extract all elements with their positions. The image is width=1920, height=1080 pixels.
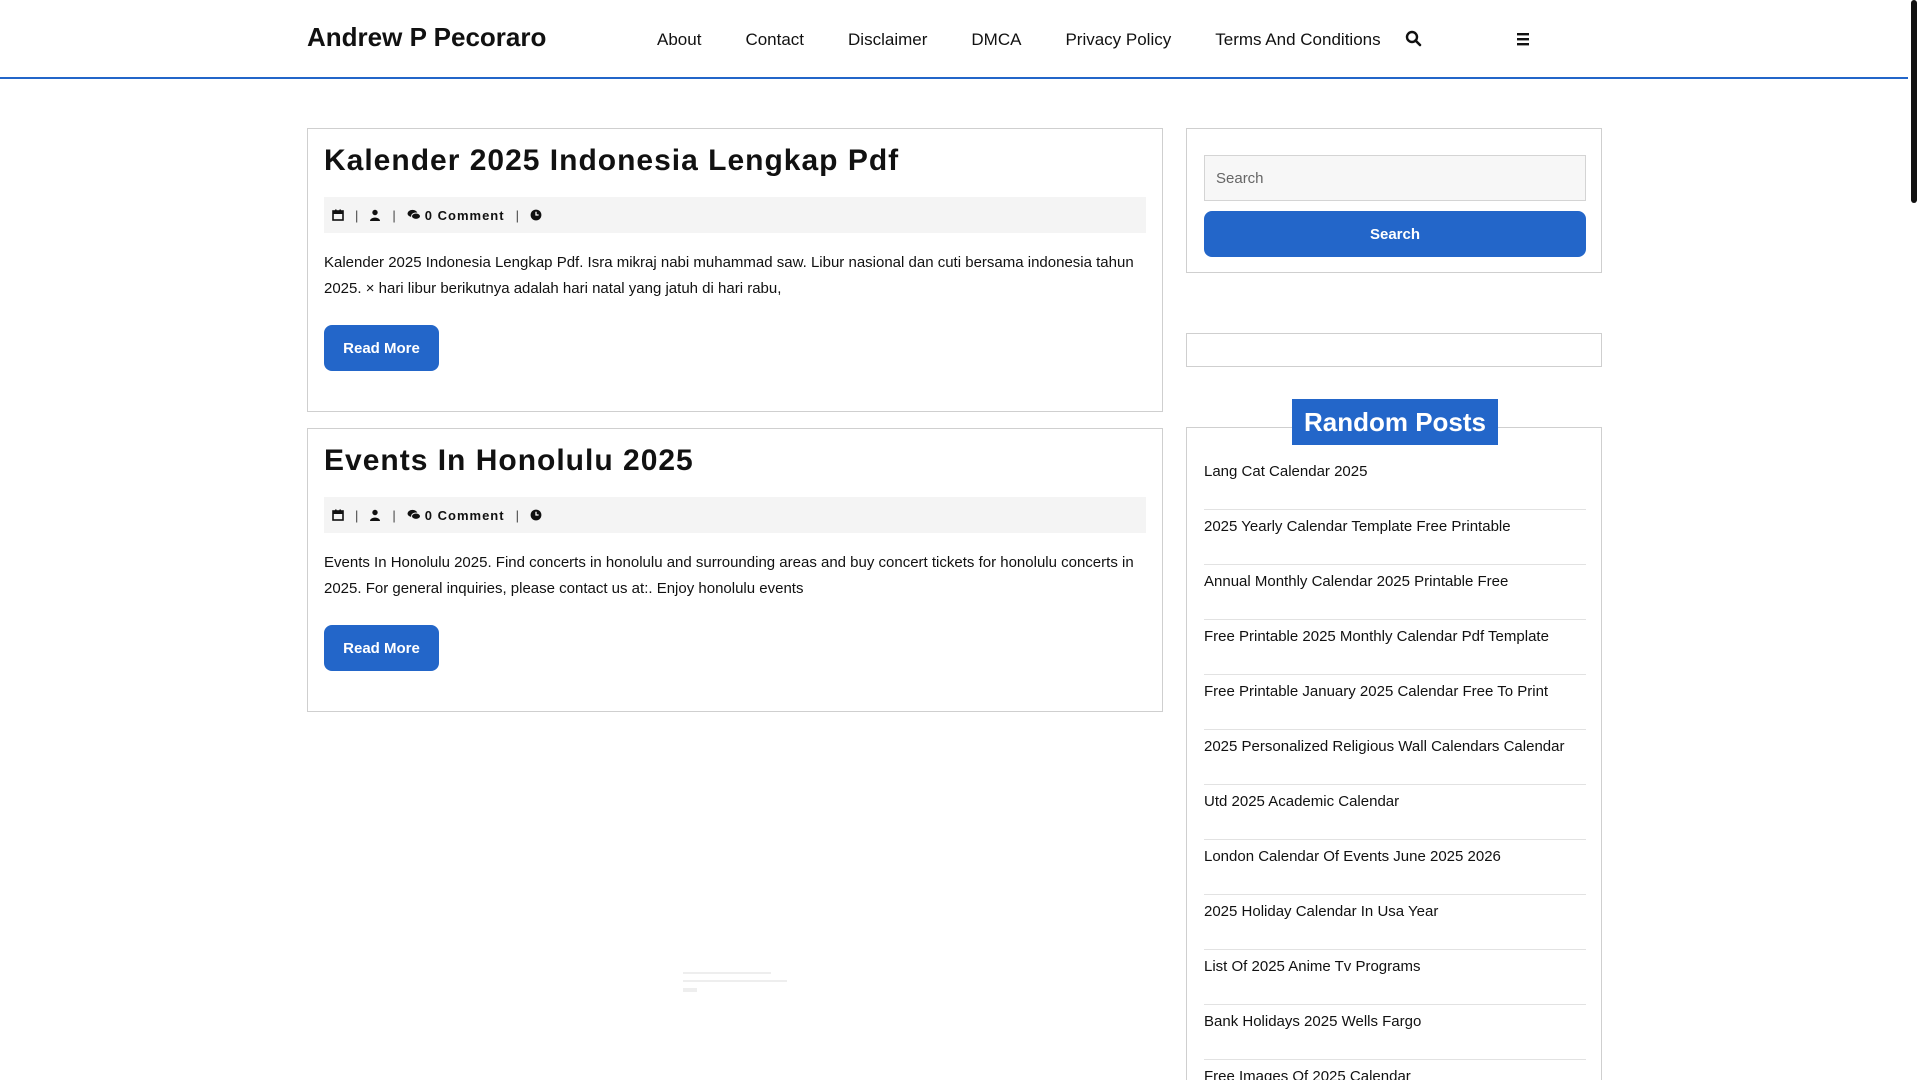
list-item: London Calendar Of Events June 2025 2026 <box>1204 840 1586 895</box>
nav-terms-and-conditions[interactable]: Terms And Conditions <box>1215 30 1380 50</box>
nav-about[interactable]: About <box>657 30 701 50</box>
list-item: 2025 Holiday Calendar In Usa Year <box>1204 895 1586 950</box>
random-post-link[interactable]: Free Printable January 2025 Calendar Fre… <box>1204 683 1548 700</box>
search-input[interactable] <box>1204 155 1586 201</box>
meta-separator: | <box>515 507 519 523</box>
list-item: Free Printable 2025 Monthly Calendar Pdf… <box>1204 620 1586 675</box>
list-item: Annual Monthly Calendar 2025 Printable F… <box>1204 565 1586 620</box>
random-post-link[interactable]: Free Images Of 2025 Calendar <box>1204 1068 1411 1080</box>
list-item: 2025 Yearly Calendar Template Free Print… <box>1204 510 1586 565</box>
site-title[interactable]: Andrew P Pecoraro <box>307 22 546 53</box>
post-meta: | | 0 Comment | <box>324 197 1146 233</box>
random-post-link[interactable]: Lang Cat Calendar 2025 <box>1204 463 1367 480</box>
meta-separator: | <box>355 507 359 523</box>
scrollbar-thumb[interactable] <box>1911 0 1917 203</box>
nav-disclaimer[interactable]: Disclaimer <box>848 30 927 50</box>
random-post-link[interactable]: London Calendar Of Events June 2025 2026 <box>1204 848 1501 865</box>
comments-icon <box>407 509 421 521</box>
list-item: List Of 2025 Anime Tv Programs <box>1204 950 1586 1005</box>
list-item: Free Images Of 2025 Calendar <box>1204 1060 1586 1080</box>
random-post-link[interactable]: 2025 Personalized Religious Wall Calenda… <box>1204 738 1564 755</box>
random-post-link[interactable]: Utd 2025 Academic Calendar <box>1204 793 1399 810</box>
search-button[interactable]: Search <box>1204 211 1586 257</box>
random-post-link[interactable]: 2025 Holiday Calendar In Usa Year <box>1204 903 1438 920</box>
post-meta: | | 0 Comment | <box>324 497 1146 533</box>
page-scrollbar[interactable] <box>1908 0 1920 1080</box>
clock-icon <box>530 509 542 521</box>
comments-icon <box>407 209 421 221</box>
clock-icon <box>530 209 542 221</box>
random-posts-list: Lang Cat Calendar 2025 2025 Yearly Calen… <box>1204 455 1586 1080</box>
list-item: Free Printable January 2025 Calendar Fre… <box>1204 675 1586 730</box>
meta-separator: | <box>355 207 359 223</box>
search-widget: Search <box>1186 128 1602 273</box>
nav-contact[interactable]: Contact <box>745 30 804 50</box>
comment-count[interactable]: 0 Comment <box>425 508 505 523</box>
random-post-link[interactable]: Annual Monthly Calendar 2025 Printable F… <box>1204 573 1508 590</box>
site-header: Andrew P Pecoraro About Contact Disclaim… <box>0 0 1908 79</box>
random-posts-title: Random Posts <box>1292 399 1498 445</box>
post-title[interactable]: Kalender 2025 Indonesia Lengkap Pdf <box>324 144 899 178</box>
menu-icon[interactable] <box>1513 29 1533 49</box>
random-posts-widget: Random Posts Lang Cat Calendar 2025 2025… <box>1186 399 1602 1080</box>
search-icon[interactable] <box>1404 29 1424 49</box>
random-post-link[interactable]: Free Printable 2025 Monthly Calendar Pdf… <box>1204 628 1549 645</box>
read-more-button[interactable]: Read More <box>324 625 439 671</box>
calendar-icon <box>332 509 344 521</box>
list-item: Utd 2025 Academic Calendar <box>1204 785 1586 840</box>
post-card: Kalender 2025 Indonesia Lengkap Pdf | | … <box>307 128 1163 412</box>
random-post-link[interactable]: 2025 Yearly Calendar Template Free Print… <box>1204 518 1511 535</box>
post-card: Events In Honolulu 2025 | | 0 Comment | … <box>307 428 1163 712</box>
user-icon <box>369 209 381 221</box>
meta-separator: | <box>392 507 396 523</box>
calendar-icon <box>332 209 344 221</box>
post-excerpt: Kalender 2025 Indonesia Lengkap Pdf. Isr… <box>324 254 1134 297</box>
user-icon <box>369 509 381 521</box>
nav-privacy-policy[interactable]: Privacy Policy <box>1065 30 1171 50</box>
list-item: Lang Cat Calendar 2025 <box>1204 455 1586 510</box>
nav-dmca[interactable]: DMCA <box>971 30 1021 50</box>
post-excerpt: Events In Honolulu 2025. Find concerts i… <box>324 554 1134 597</box>
comment-count[interactable]: 0 Comment <box>425 208 505 223</box>
list-item: Bank Holidays 2025 Wells Fargo <box>1204 1005 1586 1060</box>
random-post-link[interactable]: Bank Holidays 2025 Wells Fargo <box>1204 1013 1421 1030</box>
empty-widget <box>1186 333 1602 367</box>
list-item: 2025 Personalized Religious Wall Calenda… <box>1204 730 1586 785</box>
random-post-link[interactable]: List Of 2025 Anime Tv Programs <box>1204 958 1420 975</box>
loading-placeholder <box>683 972 787 1000</box>
post-title[interactable]: Events In Honolulu 2025 <box>324 444 694 478</box>
main-nav: About Contact Disclaimer DMCA Privacy Po… <box>657 30 1425 50</box>
meta-separator: | <box>515 207 519 223</box>
meta-separator: | <box>392 207 396 223</box>
read-more-button[interactable]: Read More <box>324 325 439 371</box>
